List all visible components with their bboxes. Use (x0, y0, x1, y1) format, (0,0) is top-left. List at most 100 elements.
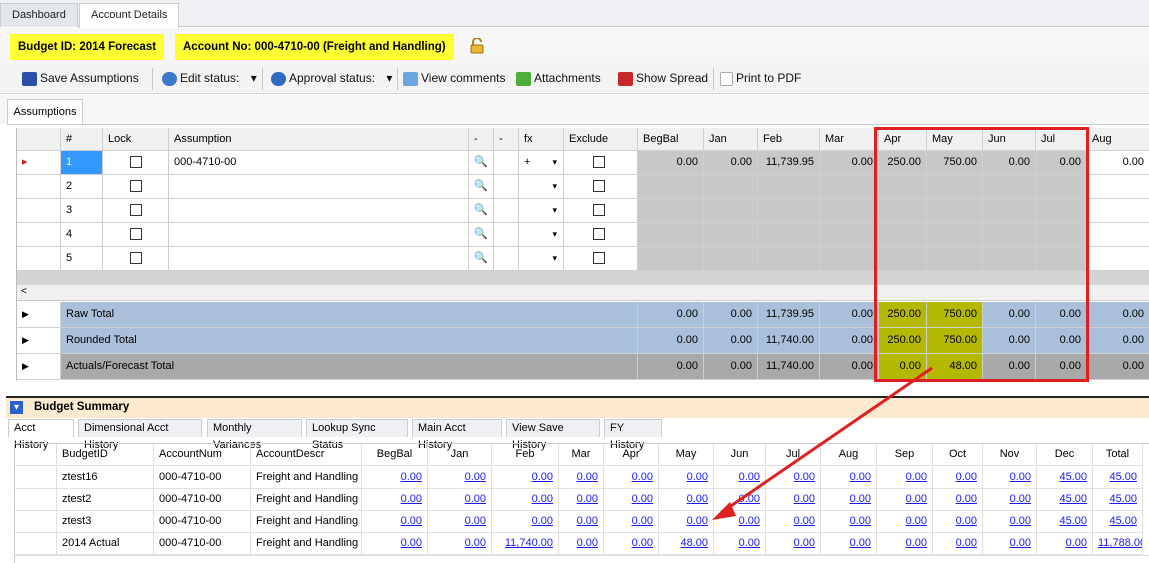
column-header[interactable]: Feb (758, 128, 820, 151)
chevron-down-icon[interactable]: ▾ (552, 223, 557, 246)
month-value[interactable] (758, 199, 820, 223)
summary-column-header[interactable]: AccountNum (154, 444, 251, 466)
summary-tab[interactable]: Lookup Sync Status (306, 419, 408, 451)
month-value[interactable] (1087, 199, 1149, 223)
exclude-checkbox[interactable] (593, 252, 605, 265)
summary-value-link[interactable]: 0.00 (821, 467, 877, 489)
summary-column-header[interactable]: Feb (492, 444, 559, 466)
summary-tab[interactable]: FY History (604, 419, 662, 451)
summary-column-header[interactable]: BudgetID (57, 444, 154, 466)
month-value[interactable] (638, 175, 704, 199)
column-header[interactable]: Exclude (564, 128, 638, 151)
column-header[interactable]: - (494, 128, 519, 151)
summary-column-header[interactable]: Sep (877, 444, 933, 466)
row-indicator[interactable] (15, 533, 57, 555)
summary-value-link[interactable]: 0.00 (766, 467, 821, 489)
summary-tab[interactable]: View Save History (506, 419, 600, 451)
month-value[interactable] (820, 223, 879, 247)
summary-value-link[interactable]: 0.00 (933, 489, 983, 511)
summary-value-link[interactable]: 0.00 (604, 467, 659, 489)
summary-tab[interactable]: Monthly Variances (207, 419, 302, 451)
fx-cell[interactable]: ▾ (519, 199, 564, 223)
summary-tab[interactable]: Main Acct History (412, 419, 502, 451)
assumption-cell[interactable] (169, 223, 469, 247)
summary-value-link[interactable]: 11,788.00 (1093, 533, 1143, 555)
month-value[interactable] (1087, 223, 1149, 247)
summary-value-link[interactable]: 0.00 (877, 533, 933, 555)
summary-value-link[interactable]: 0.00 (821, 511, 877, 533)
chevron-down-icon[interactable]: ▾ (552, 151, 557, 174)
summary-value-link[interactable]: 0.00 (983, 511, 1037, 533)
exclude-checkbox[interactable] (593, 204, 605, 217)
search-icon[interactable]: 🔍 (474, 180, 488, 192)
summary-column-header[interactable]: Jun (714, 444, 766, 466)
summary-value-link[interactable]: 0.00 (983, 489, 1037, 511)
exclude-checkbox[interactable] (593, 156, 605, 169)
summary-value-link[interactable]: 45.00 (1037, 511, 1093, 533)
column-header[interactable]: # (61, 128, 103, 151)
assumption-cell[interactable] (169, 199, 469, 223)
lock-checkbox[interactable] (130, 228, 142, 241)
column-header[interactable]: Aug (1087, 128, 1149, 151)
summary-value-link[interactable]: 45.00 (1093, 467, 1143, 489)
summary-value-link[interactable]: 45.00 (1037, 467, 1093, 489)
month-value[interactable] (1087, 247, 1149, 271)
summary-value-link[interactable]: 0.00 (604, 533, 659, 555)
tab-account-details[interactable]: Account Details (79, 3, 180, 28)
collapse-icon[interactable]: ▾ (10, 401, 23, 414)
approval-status-dropdown[interactable]: Approval status: ▾ (271, 70, 392, 88)
column-header[interactable]: Assumption (169, 128, 469, 151)
summary-column-header[interactable]: Mar (559, 444, 604, 466)
summary-value-link[interactable]: 0.00 (983, 467, 1037, 489)
row-indicator[interactable]: ▸ (17, 151, 61, 175)
summary-value-link[interactable]: 0.00 (428, 467, 492, 489)
summary-column-header[interactable]: Nov (983, 444, 1037, 466)
summary-value-link[interactable]: 0.00 (492, 467, 559, 489)
column-header[interactable]: fx (519, 128, 564, 151)
summary-value-link[interactable]: 0.00 (1037, 533, 1093, 555)
summary-value-link[interactable]: 0.00 (983, 533, 1037, 555)
summary-value-link[interactable]: 0.00 (559, 489, 604, 511)
month-value[interactable]: 0.00 (638, 151, 704, 175)
month-value[interactable] (638, 223, 704, 247)
column-header[interactable]: - (469, 128, 494, 151)
summary-value-link[interactable]: 0.00 (362, 467, 428, 489)
row-indicator[interactable] (17, 199, 61, 223)
total-row-indicator[interactable]: ▶ (17, 302, 61, 328)
summary-value-link[interactable]: 0.00 (933, 467, 983, 489)
summary-column-header[interactable]: Apr (604, 444, 659, 466)
summary-value-link[interactable]: 45.00 (1093, 511, 1143, 533)
summary-value-link[interactable]: 0.00 (559, 467, 604, 489)
summary-column-header[interactable]: Jul (766, 444, 821, 466)
save-assumptions-button[interactable]: Save Assumptions (22, 70, 139, 88)
month-value[interactable] (820, 247, 879, 271)
fx-cell[interactable]: ▾ (519, 175, 564, 199)
summary-column-header[interactable]: Aug (821, 444, 877, 466)
summary-column-header[interactable]: Dec (1037, 444, 1093, 466)
summary-value-link[interactable]: 0.00 (714, 533, 766, 555)
search-icon[interactable]: 🔍 (474, 228, 488, 240)
summary-value-link[interactable]: 0.00 (428, 489, 492, 511)
summary-value-link[interactable]: 0.00 (559, 533, 604, 555)
row-indicator[interactable] (17, 175, 61, 199)
summary-value-link[interactable]: 45.00 (1037, 489, 1093, 511)
month-value[interactable] (704, 223, 758, 247)
summary-value-link[interactable]: 48.00 (659, 533, 714, 555)
print-to-pdf-button[interactable]: Print to PDF (720, 70, 801, 88)
summary-value-link[interactable]: 0.00 (428, 511, 492, 533)
chevron-down-icon[interactable]: ▾ (552, 199, 557, 222)
summary-value-link[interactable]: 0.00 (659, 467, 714, 489)
summary-tab[interactable]: Acct History (8, 419, 74, 451)
assumption-cell[interactable] (169, 247, 469, 271)
total-row-indicator[interactable]: ▶ (17, 328, 61, 354)
summary-value-link[interactable]: 0.00 (766, 533, 821, 555)
month-value[interactable] (820, 175, 879, 199)
exclude-checkbox[interactable] (593, 180, 605, 193)
fx-cell[interactable]: + ▾ (519, 151, 564, 175)
total-row-indicator[interactable]: ▶ (17, 354, 61, 380)
summary-column-header[interactable]: Total (1093, 444, 1143, 466)
column-header[interactable]: Lock (103, 128, 169, 151)
summary-value-link[interactable]: 0.00 (362, 511, 428, 533)
summary-value-link[interactable]: 0.00 (714, 467, 766, 489)
month-value[interactable] (1087, 175, 1149, 199)
